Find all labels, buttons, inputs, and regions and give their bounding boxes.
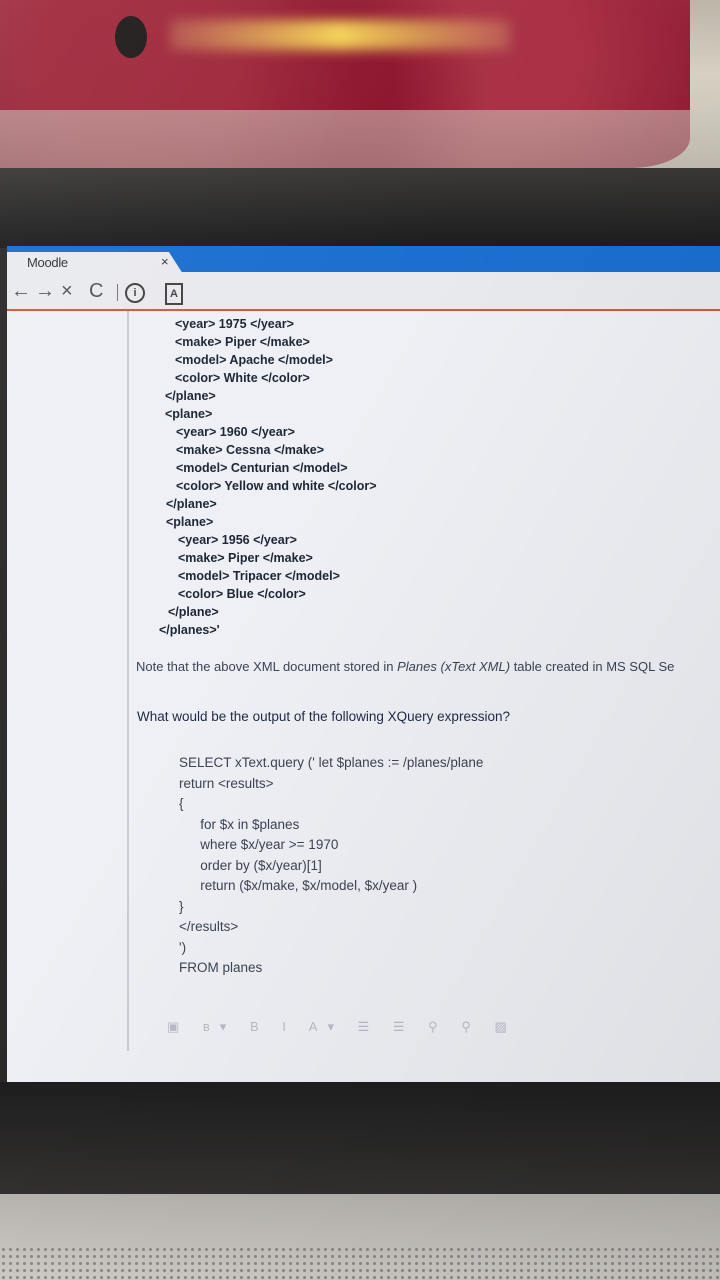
page-content: <year> 1975 </year> <make> Piper </make>… <box>7 311 720 1082</box>
italic-icon[interactable]: I <box>282 1019 296 1034</box>
site-info-icon[interactable]: i <box>125 283 145 303</box>
note-prefix: Note that the above XML document stored … <box>136 659 398 674</box>
link-icon[interactable]: ⚲ <box>428 1019 448 1034</box>
xml-line: <model> Tripacer </model> <box>178 569 340 583</box>
window-sill <box>0 110 720 168</box>
paragraph-style-icon[interactable]: ▣ ʙ▾ <box>167 1019 236 1034</box>
xquery-code: SELECT xText.query (' let $planes := /pl… <box>179 753 483 979</box>
xml-line: <model> Centurian </model> <box>176 461 348 475</box>
forward-icon[interactable]: → <box>35 281 55 301</box>
code-line: SELECT xText.query (' let $planes := /pl… <box>179 755 484 770</box>
note-suffix: table created in MS SQL Se <box>510 659 675 674</box>
tab-close-icon[interactable]: × <box>161 254 169 269</box>
xml-line: <plane> <box>166 515 214 529</box>
xml-line: <plane> <box>165 407 213 421</box>
xml-line: <year> 1960 </year> <box>176 425 295 439</box>
door-knob <box>115 16 147 58</box>
xml-line: </plane> <box>165 389 216 403</box>
laptop-bezel-top <box>0 168 720 248</box>
xml-line: <make> Cessna </make> <box>176 443 325 457</box>
page-icon[interactable]: A <box>165 283 183 305</box>
code-line: where $x/year >= 1970 <box>189 837 339 852</box>
window-light <box>170 20 510 50</box>
editor-toolbar: ▣ ʙ▾ B I A▾ ☰ ☰ ⚲ ⚲ ▨ <box>167 1019 517 1035</box>
xml-document: <year> 1975 </year> <make> Piper </make>… <box>159 315 377 639</box>
code-line: return ($x/make, $x/model, $x/year ) <box>189 878 418 893</box>
xml-line: </plane> <box>166 497 217 511</box>
xml-line: <color> Blue </color> <box>178 587 306 601</box>
reload-icon[interactable]: C <box>89 281 103 301</box>
question-text: What would be the output of the followin… <box>137 709 510 724</box>
xml-line: <color> Yellow and white </color> <box>176 479 377 493</box>
xml-line: <make> Piper </make> <box>175 335 310 349</box>
xml-line: <make> Piper </make> <box>178 551 313 565</box>
laptop-screen: Moodle × ← → × C i A <year> 1975 </year>… <box>7 246 720 1082</box>
code-line: ') <box>179 939 187 955</box>
unlink-icon[interactable]: ⚲ <box>461 1019 481 1034</box>
stop-icon[interactable]: × <box>61 281 73 301</box>
browser-tab[interactable]: Moodle × <box>7 252 183 274</box>
xml-line: </plane> <box>168 605 219 619</box>
bullet-list-icon[interactable]: ☰ <box>358 1019 380 1034</box>
back-icon[interactable]: ← <box>11 281 31 301</box>
code-line: FROM planes <box>179 960 263 975</box>
browser-tabbar: Moodle × <box>7 246 720 274</box>
xml-line: <model> Apache </model> <box>175 353 333 367</box>
code-line: for $x in $planes <box>189 816 300 832</box>
laptop-bezel-bottom <box>0 1082 720 1194</box>
bold-icon[interactable]: B <box>250 1019 269 1034</box>
code-line: </results> <box>179 919 239 934</box>
numbered-list-icon[interactable]: ☰ <box>393 1019 415 1034</box>
note-text: Note that the above XML document stored … <box>136 659 674 674</box>
note-table-name: Planes (xText XML) <box>397 659 511 674</box>
code-line: order by ($x/year)[1] <box>189 857 322 873</box>
image-icon[interactable]: ▨ <box>494 1019 516 1034</box>
nav-separator <box>117 284 118 301</box>
xml-line: <year> 1975 </year> <box>175 317 294 331</box>
browser-navbar: ← → × C i A <box>7 273 720 311</box>
tab-title: Moodle <box>27 255 68 270</box>
text-color-icon[interactable]: A▾ <box>309 1019 344 1034</box>
code-line: { <box>179 796 184 811</box>
xml-line: <color> White </color> <box>175 371 310 385</box>
speaker-grille <box>0 1246 720 1280</box>
xml-line: <year> 1956 </year> <box>178 533 297 547</box>
question-left-border <box>127 311 129 1051</box>
xml-line: </planes>' <box>159 623 220 637</box>
code-line: } <box>179 898 184 914</box>
code-line: return <results> <box>179 775 274 791</box>
